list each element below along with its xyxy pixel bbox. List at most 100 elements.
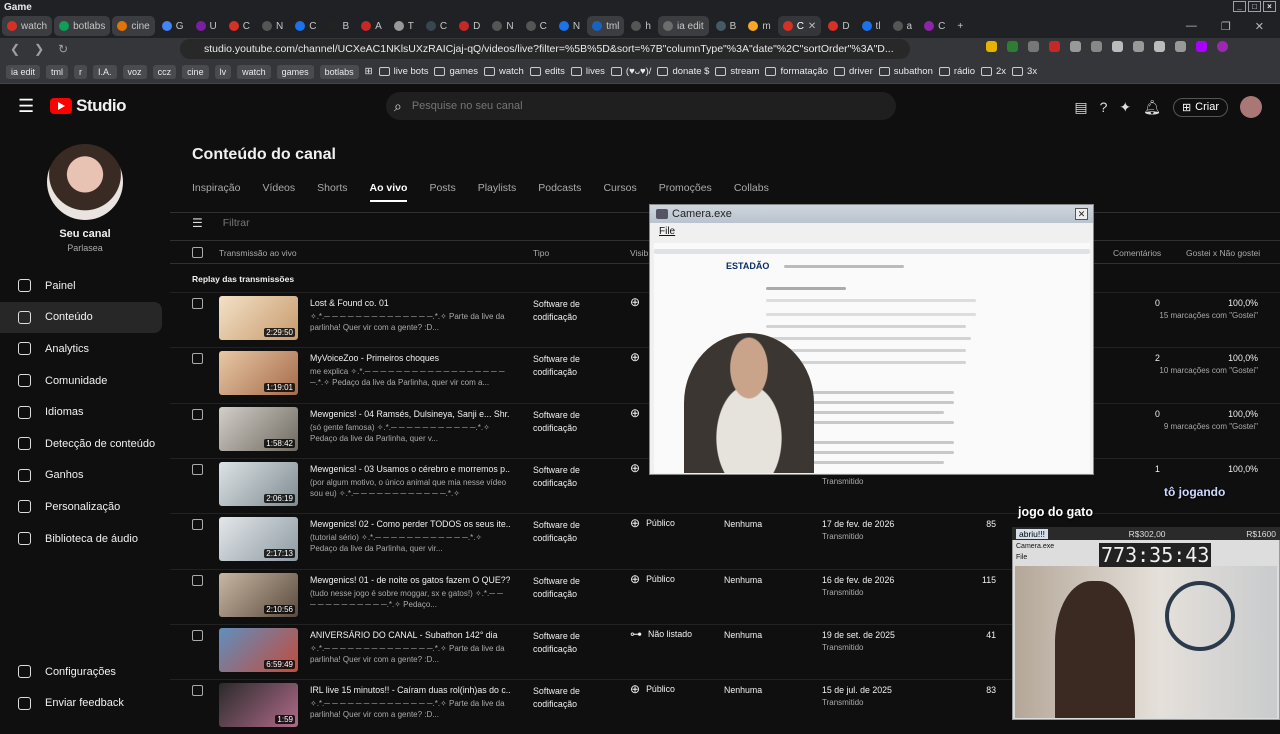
create-button[interactable]: ⊞ Criar — [1172, 97, 1228, 117]
content-tab[interactable]: Ao vivo — [369, 182, 408, 202]
extension-icon[interactable] — [1049, 41, 1060, 52]
bookmark-chip[interactable]: tml — [46, 64, 69, 79]
row-checkbox[interactable] — [192, 463, 203, 475]
bookmark-chip[interactable]: r — [74, 64, 88, 79]
bookmark-chip[interactable]: lv — [214, 64, 232, 79]
filter-input[interactable]: Filtrar — [223, 217, 250, 229]
video-title[interactable]: IRL live 15 minutos!! - Caíram duas rol(… — [310, 685, 510, 695]
channel-avatar[interactable] — [47, 144, 123, 220]
row-checkbox[interactable] — [192, 629, 203, 641]
browser-tab[interactable]: C — [521, 16, 552, 36]
visibility-cell[interactable]: ⊕ Público — [630, 516, 675, 530]
browser-tab[interactable]: botlabs — [54, 16, 111, 36]
video-thumbnail[interactable]: 2:06:19 — [219, 461, 298, 506]
browser-tab[interactable]: C — [290, 16, 321, 36]
browser-tab[interactable]: C — [224, 16, 255, 36]
bookmark-folder[interactable]: edits — [529, 66, 565, 77]
video-title[interactable]: Mewgenics! 02 - Como perder TODOS os seu… — [310, 519, 510, 529]
extension-icon[interactable] — [1007, 41, 1018, 52]
browser-tab[interactable]: C ✕ — [777, 16, 822, 36]
sidebar-item[interactable]: Idiomas — [0, 396, 170, 428]
reload-icon[interactable]: ↻ — [58, 42, 68, 56]
search-input[interactable] — [411, 100, 812, 112]
browser-tab[interactable]: N — [257, 16, 288, 36]
account-avatar[interactable] — [1240, 96, 1262, 118]
video-thumbnail[interactable]: 6:59:49 — [219, 627, 298, 672]
sparkle-icon[interactable]: ✦ — [1119, 99, 1131, 116]
browser-tab[interactable]: A — [356, 16, 387, 36]
browser-tab[interactable]: a — [888, 16, 918, 36]
bookmark-chip[interactable]: voz — [122, 64, 147, 79]
search-icon[interactable]: ⌕ — [394, 98, 402, 115]
browser-tab[interactable]: C — [919, 16, 950, 36]
close-window-icon[interactable]: ✕ — [1255, 20, 1264, 33]
minimize-icon[interactable]: _ — [1233, 1, 1246, 12]
sidebar-item[interactable]: Ganhos — [0, 460, 170, 492]
minimize-window-icon[interactable]: — — [1186, 20, 1197, 32]
browser-tab[interactable]: cine — [112, 16, 155, 36]
bookmark-chip[interactable]: cine — [182, 64, 209, 79]
extension-icon[interactable] — [1091, 41, 1102, 52]
camera-menu-file[interactable]: File — [650, 223, 1093, 239]
bookmark-folder[interactable]: subathon — [878, 66, 933, 77]
bookmark-folder[interactable]: watch — [483, 66, 524, 77]
sidebar-item[interactable]: Painel — [0, 270, 170, 302]
camera-window[interactable]: Camera.exe ✕ File ESTADÃO — [649, 204, 1094, 475]
column-comments[interactable]: Comentários — [1113, 248, 1161, 258]
profile-icon[interactable] — [1217, 41, 1228, 52]
video-title[interactable]: MyVoiceZoo - Primeiros choques — [310, 353, 510, 363]
extension-icon[interactable] — [1070, 41, 1081, 52]
browser-tab[interactable]: D — [823, 16, 854, 36]
browser-tab[interactable]: U — [191, 16, 222, 36]
bookmark-folder[interactable]: driver — [834, 66, 873, 77]
maximize-icon[interactable]: □ — [1248, 1, 1261, 12]
bookmark-folder[interactable]: formatação — [765, 66, 828, 77]
close-icon[interactable]: ✕ — [1075, 208, 1088, 220]
browser-tab[interactable]: tl — [857, 16, 886, 36]
extension-icon[interactable] — [1028, 41, 1039, 52]
video-thumbnail[interactable]: 1:58:42 — [219, 406, 298, 451]
browser-tab[interactable]: tml — [587, 16, 625, 36]
video-thumbnail[interactable]: 1:19:01 — [219, 351, 298, 396]
sidebar-item[interactable]: Enviar feedback — [0, 688, 170, 720]
sidebar-item[interactable]: Biblioteca de áudio — [0, 523, 170, 555]
help-icon[interactable]: ? — [1100, 99, 1108, 115]
forward-icon[interactable]: ❯ — [34, 42, 44, 56]
apps-grid-icon[interactable]: ⊞ — [365, 66, 373, 77]
video-title[interactable]: Mewgenics! 01 - de noite os gatos fazem … — [310, 575, 510, 585]
video-title[interactable]: Mewgenics! - 04 Ramsés, Dulsineya, Sanji… — [310, 409, 510, 419]
visibility-cell[interactable]: ⊕ — [630, 406, 646, 420]
restore-window-icon[interactable]: ❐ — [1221, 20, 1231, 33]
content-tab[interactable]: Vídeos — [262, 182, 295, 202]
video-title[interactable]: Mewgenics! - 03 Usamos o cérebro e morre… — [310, 464, 510, 474]
browser-tab[interactable]: D — [454, 16, 485, 36]
bookmark-chip[interactable]: botlabs — [319, 64, 359, 79]
video-thumbnail[interactable]: 2:29:50 — [219, 296, 298, 340]
column-visibility[interactable]: Visib — [630, 248, 648, 258]
content-tab[interactable]: Inspiração — [192, 182, 240, 202]
menu-icon[interactable]: ☰ — [18, 96, 34, 117]
extension-icon[interactable] — [1133, 41, 1144, 52]
browser-tab[interactable]: T — [389, 16, 419, 36]
bookmark-folder[interactable]: 3x — [1012, 66, 1037, 77]
column-likes[interactable]: Gostei x Não gostei — [1186, 248, 1260, 258]
visibility-cell[interactable]: ⊕ Público — [630, 572, 675, 586]
sidebar-item[interactable]: Comunidade — [0, 365, 170, 397]
bookmark-folder[interactable]: stream — [715, 66, 759, 77]
column-stream[interactable]: Transmissão ao vivo — [219, 248, 297, 258]
sidebar-item[interactable]: Personalização — [0, 491, 170, 523]
browser-tab[interactable]: B — [711, 16, 742, 36]
extension-icon[interactable] — [1196, 41, 1207, 52]
bookmark-chip[interactable]: ccz — [152, 64, 177, 79]
bookmark-folder[interactable]: (♥ᴗ♥)/ — [610, 66, 651, 77]
extension-icon[interactable] — [1175, 41, 1186, 52]
sidebar-item[interactable]: Detecção de conteúdo — [0, 428, 170, 460]
video-title[interactable]: ANIVERSÁRIO DO CANAL - Subathon 142° dia — [310, 630, 510, 640]
browser-tab[interactable]: N — [554, 16, 585, 36]
content-tab[interactable]: Collabs — [734, 182, 769, 202]
bookmark-folder[interactable]: lives — [570, 66, 605, 77]
browser-tab[interactable]: ia edit — [657, 16, 709, 36]
browser-tab[interactable]: G — [157, 16, 189, 36]
bookmark-folder[interactable]: 2x — [980, 66, 1006, 77]
close-icon[interactable]: × — [1263, 1, 1276, 12]
